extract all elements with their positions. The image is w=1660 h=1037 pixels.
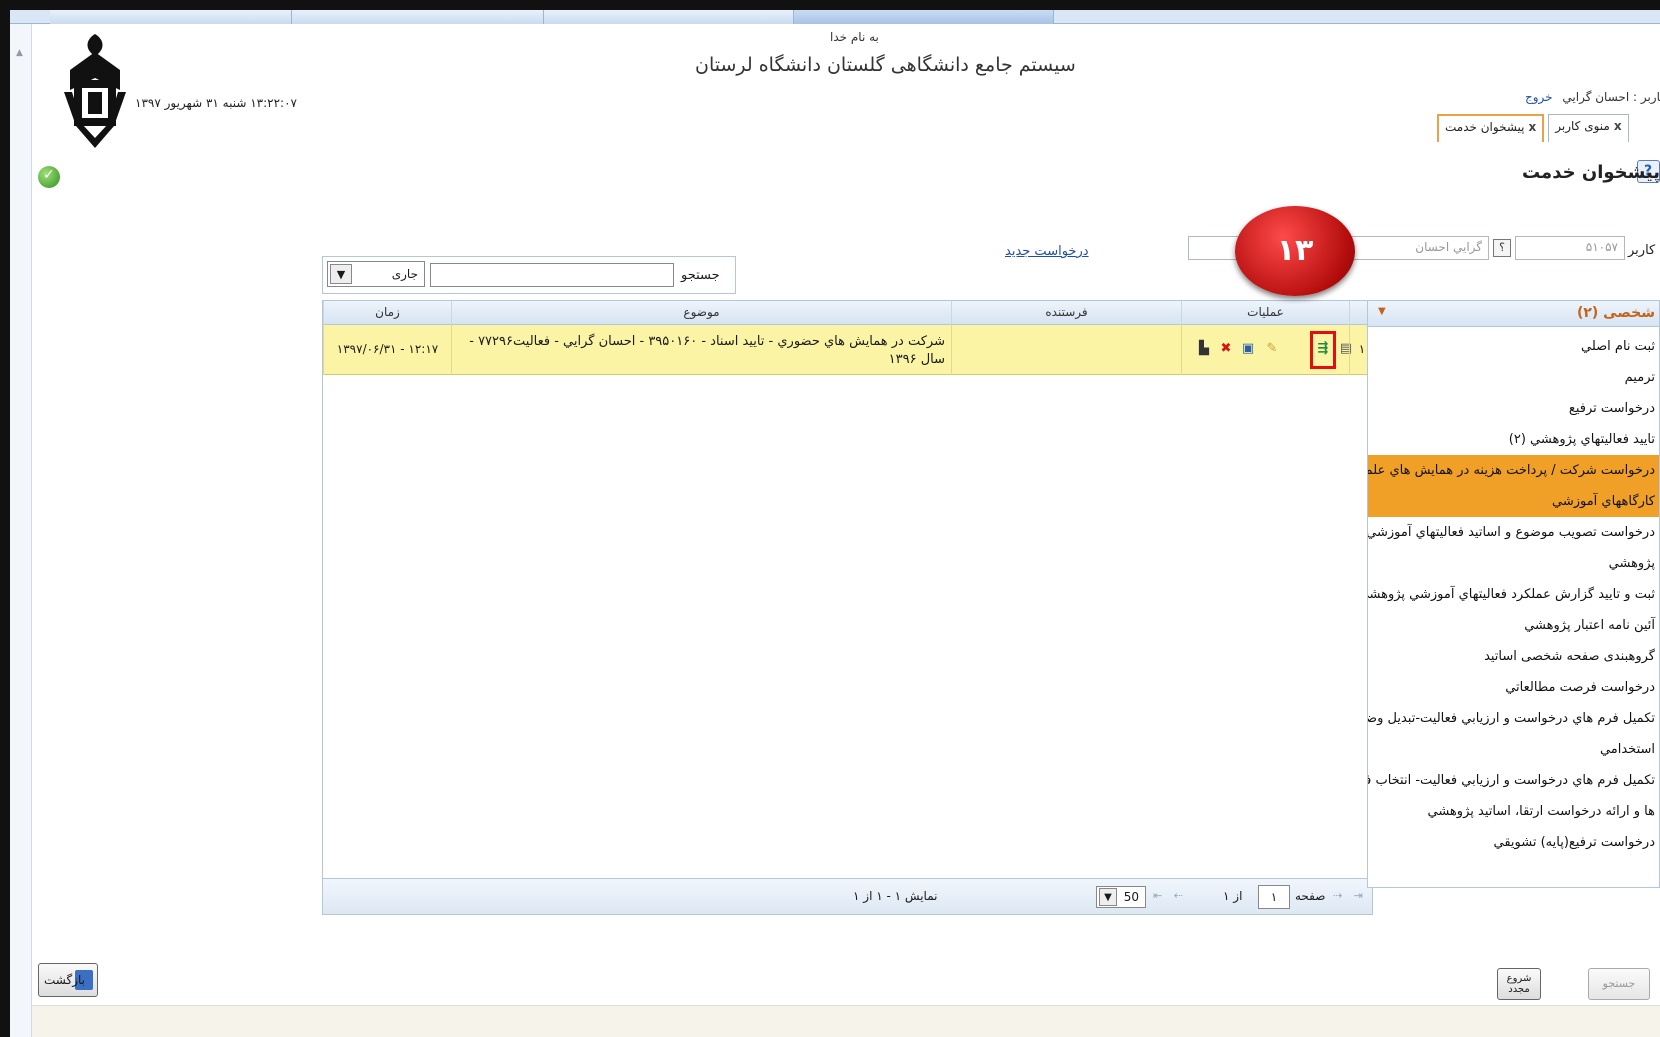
top-tab-strip	[10, 10, 1660, 24]
pager-page-label: صفحه	[1295, 889, 1326, 903]
page-size-value: 50	[1123, 890, 1139, 904]
annotation-highlight-box	[1310, 331, 1336, 369]
table-row[interactable]: ۱۳۹۷/۰۶/۳۱ - ۱۲:۱۷ شركت در همايش هاي حضو…	[323, 325, 1372, 375]
close-tab-icon[interactable]: x	[1614, 119, 1622, 133]
back-button-label: بازگشت	[44, 973, 85, 987]
menu-item[interactable]: تكميل فرم هاي درخواست و ارزيابي فعاليت-ت…	[1368, 703, 1659, 734]
menu-item[interactable]: آئين نامه اعتبار پژوهشي	[1368, 610, 1659, 641]
menu-item[interactable]: درخواست تصويب موضوع و اساتيد فعاليتهاي آ…	[1368, 517, 1659, 548]
cell-sender	[951, 325, 1181, 375]
menu-header[interactable]: ▼ شخصی (۲)	[1368, 301, 1659, 327]
bismillah-text: به نام خدا	[830, 30, 879, 44]
user-lookup-button[interactable]: ؟	[1493, 239, 1511, 257]
user-name-label: کاربر : احسان گرايي	[1562, 90, 1660, 104]
restart-label-line2: مجدد	[1508, 984, 1530, 995]
scroll-up-icon[interactable]: ▲	[16, 48, 23, 58]
menu-item[interactable]: گروهبندی صفحه شخصی اساتید	[1368, 641, 1659, 672]
requests-grid: زمان موضوع فرستنده عملیات ۱۳۹۷/۰۶/۳۱ - ۱…	[322, 300, 1373, 915]
tab-label: پیشخوان خدمت	[1445, 120, 1525, 134]
top-strip-segment[interactable]	[50, 10, 292, 24]
tab-label: منوی کاربر	[1555, 119, 1610, 133]
restart-label-line1: شروع	[1506, 973, 1532, 984]
page-number-input[interactable]: ۱	[1258, 885, 1290, 909]
university-logo	[64, 34, 126, 148]
menu-item[interactable]: درخواست ترفيع(پايه) تشويقي	[1368, 827, 1659, 858]
top-strip-segment[interactable]	[292, 10, 544, 24]
user-info: کاربر : احسان گرايي خروج	[1525, 90, 1660, 104]
pager-of-text: از ۱	[1223, 889, 1243, 903]
search-button[interactable]: جستجو	[1588, 968, 1650, 1000]
menu-item-active[interactable]: درخواست شرکت / پرداخت هزينه در همايش هاي…	[1368, 455, 1659, 486]
print-icon[interactable]: ▙	[1196, 341, 1212, 357]
search-label: جستجو	[681, 268, 720, 283]
cell-operations: ▙ ✖ ▣ ✎ ⇶ ▤	[1181, 325, 1352, 375]
grid-pager: نمايش ۱ - ۱ از ۱ ▼ 50 ⇤ ⇠ از ۱ ۱ صفحه ⇢ …	[323, 878, 1372, 914]
grid-header: زمان موضوع فرستنده عملیات	[323, 301, 1372, 325]
menu-item[interactable]: درخواست فرصت مطالعاتي	[1368, 672, 1659, 703]
column-header-operations[interactable]: عملیات	[1181, 301, 1349, 325]
close-tab-icon[interactable]: x	[1529, 120, 1537, 134]
collapse-arrow-icon[interactable]: ▼	[1378, 306, 1386, 317]
menu-item[interactable]: ثبت و تاييد گزارش عملكرد فعاليتهاي آموزش…	[1368, 579, 1659, 610]
search-input[interactable]	[430, 263, 674, 287]
tab-user-menu[interactable]: x منوی کاربر	[1548, 114, 1629, 142]
cell-subject[interactable]: شركت در همايش هاي حضوري - تاييد اسناد - …	[451, 325, 951, 375]
cell-time: ۱۳۹۷/۰۶/۳۱ - ۱۲:۱۷	[323, 325, 451, 375]
pager-showing-text: نمايش ۱ - ۱ از ۱	[853, 889, 938, 903]
column-header-time[interactable]: زمان	[323, 301, 451, 325]
user-field-label: کاربر	[1628, 243, 1656, 258]
restart-button[interactable]: شروع مجدد	[1497, 968, 1541, 1000]
pager-next-first-buttons[interactable]: ⇢ ⇥	[1333, 889, 1367, 902]
menu-item[interactable]: پژوهشي	[1368, 548, 1659, 579]
status-ok-icon	[38, 166, 60, 188]
menu-item[interactable]: ترميم	[1368, 362, 1659, 393]
top-strip-segment[interactable]	[544, 10, 794, 24]
chevron-down-icon[interactable]: ▼	[1099, 888, 1117, 906]
left-scrollbar[interactable]: ▲	[10, 24, 32, 1037]
page-title: پیشخوان خدمت	[1522, 162, 1660, 183]
column-header-subject[interactable]: موضوع	[451, 301, 951, 325]
menu-title: شخصی (۲)	[1576, 305, 1655, 321]
filter-bar: ▼ جاری جستجو	[322, 256, 736, 294]
tab-service-desk[interactable]: x پیشخوان خدمت	[1437, 114, 1545, 142]
app-window: ▲ ۱۳:۲۲:۰۷ شنبه ۳۱ شهریور ۱۳۹۷ به نام خد…	[10, 10, 1660, 1037]
top-strip-segment-active[interactable]	[794, 10, 1054, 24]
annotation-number-badge: ۱۳	[1235, 206, 1355, 296]
system-title: سيستم جامع دانشگاهی گلستان دانشگاه لرستا…	[695, 54, 1076, 76]
menu-item[interactable]: تكميل فرم هاي درخواست و ارزيابي فعاليت- …	[1368, 765, 1659, 796]
menu-list: ثبت نام اصلي ترميم درخواست ترفيع تاييد ف…	[1368, 331, 1659, 858]
menu-item[interactable]: ها و ارائه درخواست ارتقا، اساتيد پژوهشي	[1368, 796, 1659, 827]
datetime-text: ۱۳:۲۲:۰۷ شنبه ۳۱ شهریور ۱۳۹۷	[135, 96, 297, 110]
user-id-input[interactable]: ۵۱۰۵۷	[1515, 236, 1625, 260]
personal-menu-panel: ▼ شخصی (۲) ثبت نام اصلي ترميم درخواست تر…	[1367, 300, 1660, 888]
pager-last-prev-buttons[interactable]: ⇤ ⇠	[1153, 889, 1187, 902]
menu-item[interactable]: درخواست ترفيع	[1368, 393, 1659, 424]
menu-item[interactable]: استخدامي	[1368, 734, 1659, 765]
page-size-select[interactable]: ▼ 50	[1096, 886, 1146, 908]
status-bar	[32, 1005, 1660, 1037]
logout-link[interactable]: خروج	[1525, 90, 1553, 104]
column-header-sender[interactable]: فرستنده	[951, 301, 1181, 325]
edit-icon[interactable]: ✎	[1264, 341, 1280, 357]
status-select[interactable]: ▼ جاری	[327, 261, 425, 287]
chevron-down-icon[interactable]: ▼	[330, 264, 352, 284]
back-button[interactable]: بازگشت	[38, 963, 98, 997]
page-tabs: x منوی کاربر x پیشخوان خدمت	[1433, 114, 1629, 142]
delete-icon[interactable]: ✖	[1218, 341, 1234, 357]
menu-item[interactable]: ثبت نام اصلي	[1368, 331, 1659, 362]
view-icon[interactable]: ▣	[1240, 341, 1256, 357]
menu-item[interactable]: تاييد فعاليتهاي پژوهشي (۲)	[1368, 424, 1659, 455]
new-request-link[interactable]: درخواست جدید	[1005, 244, 1089, 259]
status-select-value: جاری	[391, 267, 418, 281]
menu-item-active[interactable]: کارگاههاي آموزشي	[1368, 486, 1659, 517]
